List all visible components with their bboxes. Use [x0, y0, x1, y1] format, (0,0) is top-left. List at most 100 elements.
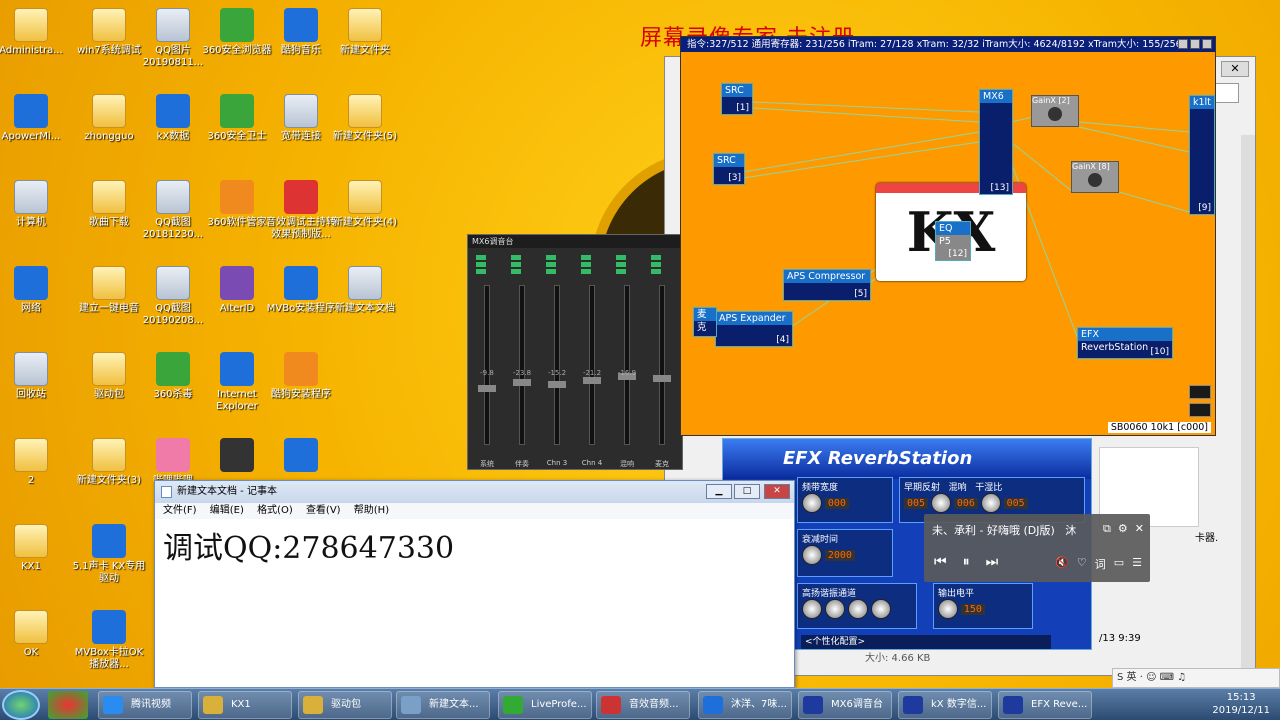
desktop-icon[interactable]: win7系统调试 — [72, 4, 146, 57]
desktop-icon[interactable]: OK — [0, 606, 68, 659]
maximize-button[interactable]: □ — [734, 484, 760, 499]
desktop-icon[interactable] — [264, 434, 338, 475]
desktop-icon[interactable]: MVBo安装程序 — [264, 262, 338, 315]
scrollbar[interactable] — [1241, 135, 1255, 675]
desktop-icon[interactable]: ApowerMi... — [0, 90, 68, 143]
mute-solo-leds[interactable] — [546, 255, 568, 281]
taskbar-item[interactable]: EFX Reve... — [998, 691, 1092, 719]
mute-solo-leds[interactable] — [616, 255, 638, 281]
desktop-icon[interactable]: Administra... — [0, 4, 68, 57]
playlist-icon[interactable]: ☰ — [1132, 556, 1142, 572]
taskbar-item[interactable]: 新建文本... — [396, 691, 490, 719]
menu-file[interactable]: 文件(F) — [163, 505, 197, 516]
panel-output-level[interactable]: 输出电平 150 — [933, 583, 1033, 629]
music-player-popup[interactable]: 未、承利 - 好嗨哦 (DJ版) 沐 ⧉ ⚙ ✕ ⏮ ⏸ ⏭ 🔇 ♡ 词 ▭ ☰ — [924, 514, 1150, 582]
desktop-icon[interactable]: 新建文件夹(5) — [328, 90, 402, 143]
fader-track[interactable] — [484, 285, 490, 445]
close-button[interactable] — [1202, 39, 1212, 49]
dsp-module-src-1[interactable]: SRC [1] — [721, 83, 753, 115]
settings-icon[interactable]: ⚙ — [1118, 522, 1128, 536]
previous-icon[interactable]: ⏮ — [934, 554, 947, 570]
open-folder-icon[interactable] — [1189, 403, 1211, 417]
fader-track[interactable] — [659, 285, 665, 445]
desktop-icon[interactable]: 360安全浏览器 — [200, 4, 274, 57]
kx-dsp-window[interactable]: 指令:327/512 通用寄存器: 231/256 iTram: 27/128 … — [680, 36, 1216, 436]
desktop-icon[interactable]: 计算机 — [0, 176, 68, 229]
desktop-icon[interactable]: 酷狗音乐 — [264, 4, 338, 57]
mini-mode-icon[interactable]: ⧉ — [1103, 522, 1111, 536]
mute-solo-leds[interactable] — [651, 255, 673, 281]
desktop-icon[interactable] — [200, 434, 274, 475]
desktop-icon[interactable]: Internet Explorer — [200, 348, 274, 413]
save-icon[interactable] — [1189, 385, 1211, 399]
dsp-module-eq-p5[interactable]: EQ P5 [12] — [935, 221, 971, 261]
close-button[interactable]: ✕ — [764, 484, 790, 499]
desktop-icon[interactable]: QQ图片20190811... — [136, 4, 210, 69]
taskbar-item[interactable]: MX6调音台 — [798, 691, 892, 719]
heart-icon[interactable]: ♡ — [1077, 556, 1087, 572]
taskbar-pin-360-icon[interactable] — [48, 691, 88, 719]
desktop-icon[interactable]: 歌曲下载 — [72, 176, 146, 229]
minimize-button[interactable]: ▁ — [706, 484, 732, 499]
start-button[interactable] — [2, 690, 40, 720]
mixer-channel[interactable]: 系统 -9.8 — [476, 255, 498, 468]
mx6-mixer-window[interactable]: MX6调音台 系统 -9.8 伴奏 -23.8 Chn 3 -15.2 Chn 4 -21.2… — [467, 234, 683, 470]
taskbar-item[interactable]: 沐洋、7味... — [698, 691, 792, 719]
fader-handle[interactable] — [583, 377, 601, 384]
minimize-button[interactable] — [1190, 39, 1200, 49]
fader-track[interactable] — [624, 285, 630, 445]
desktop-icon[interactable]: 360软件管家 — [200, 176, 274, 229]
mixer-channel[interactable]: 混响 -16.9 — [616, 255, 638, 468]
dsp-module-gainx-8[interactable]: GainX [8] — [1071, 161, 1119, 193]
clock[interactable]: 15:13 2019/12/11 — [1212, 691, 1270, 717]
desktop-icon[interactable]: 2 — [0, 434, 68, 487]
dsp-module-mx6[interactable]: MX6 [13] — [979, 89, 1013, 195]
dsp-module-k1lt[interactable]: k1lt [9] — [1189, 95, 1215, 215]
notepad-window[interactable]: 新建文本文档 - 记事本 ▁ □ ✕ 文件(F) 编辑(E) 格式(O) 查看(… — [154, 480, 795, 688]
desktop-icon[interactable]: kX数据 — [136, 90, 210, 143]
fader-track[interactable] — [554, 285, 560, 445]
desktop-icon[interactable]: 新建文件夹(4) — [328, 176, 402, 229]
taskbar-item[interactable]: 腾讯视频 — [98, 691, 192, 719]
mixer-channel[interactable]: 麦克 — [651, 255, 673, 468]
desktop-icon[interactable]: QQ截图20181230... — [136, 176, 210, 241]
pause-icon[interactable]: ⏸ — [963, 554, 970, 570]
mute-solo-leds[interactable] — [511, 255, 533, 281]
mixer-channel[interactable]: Chn 4 -21.2 — [581, 255, 603, 467]
notepad-text-area[interactable]: 调试QQ:278647330 — [155, 519, 794, 571]
knob-icon[interactable] — [802, 545, 822, 565]
mixer-channel[interactable]: Chn 3 -15.2 — [546, 255, 568, 467]
desktop-icon[interactable]: 5.1声卡 KX专用驱动 — [72, 520, 146, 585]
desktop-icon[interactable]: 新建文件夹 — [328, 4, 402, 57]
ime-toolbar[interactable]: S 英 · ☺ ⌨ ♫ — [1112, 668, 1280, 688]
fader-track[interactable] — [589, 285, 595, 445]
desktop-icon[interactable]: 驱动包 — [72, 348, 146, 401]
taskbar-item[interactable]: 驱动包 — [298, 691, 392, 719]
desktop-icon[interactable]: AlterID — [200, 262, 274, 315]
desktop-icon[interactable]: MVBox卡拉OK播放器... — [72, 606, 146, 671]
mute-icon[interactable]: 🔇 — [1055, 556, 1069, 572]
desktop-icon[interactable]: 建立一键电音 — [72, 262, 146, 315]
panel-bandwidth[interactable]: 频带宽度 000 — [797, 477, 893, 523]
close-button[interactable]: ✕ — [1221, 61, 1249, 77]
taskbar-item[interactable]: 音效音频... — [596, 691, 690, 719]
lyrics-icon[interactable]: 词 — [1095, 556, 1106, 572]
taskbar-item[interactable]: KX1 — [198, 691, 292, 719]
desktop-icon[interactable]: KX1 — [0, 520, 68, 573]
desktop-icon[interactable]: 新建文本文档 — [328, 262, 402, 315]
next-icon[interactable]: ⏭ — [986, 554, 999, 570]
taskbar-item[interactable]: LiveProfe... — [498, 691, 592, 719]
fader-handle[interactable] — [478, 385, 496, 392]
desktop-icon[interactable]: zhongguo — [72, 90, 146, 143]
screen-icon[interactable]: ▭ — [1114, 556, 1124, 572]
desktop-icon[interactable]: 360杀毒 — [136, 348, 210, 401]
desktop-icon[interactable]: 回收站 — [0, 348, 68, 401]
dsp-module-aps-compressor[interactable]: APS Compressor [5] — [783, 269, 871, 301]
fader-handle[interactable] — [548, 381, 566, 388]
knob-icon[interactable] — [802, 493, 822, 513]
dsp-module-aps-expander[interactable]: APS Expander [4] — [715, 311, 793, 347]
help-button[interactable] — [1178, 39, 1188, 49]
desktop-icon[interactable]: 音效调试主持转效果预制版... — [264, 176, 338, 241]
desktop-icon[interactable]: 宽带连接 — [264, 90, 338, 143]
mute-solo-leds[interactable] — [581, 255, 603, 281]
